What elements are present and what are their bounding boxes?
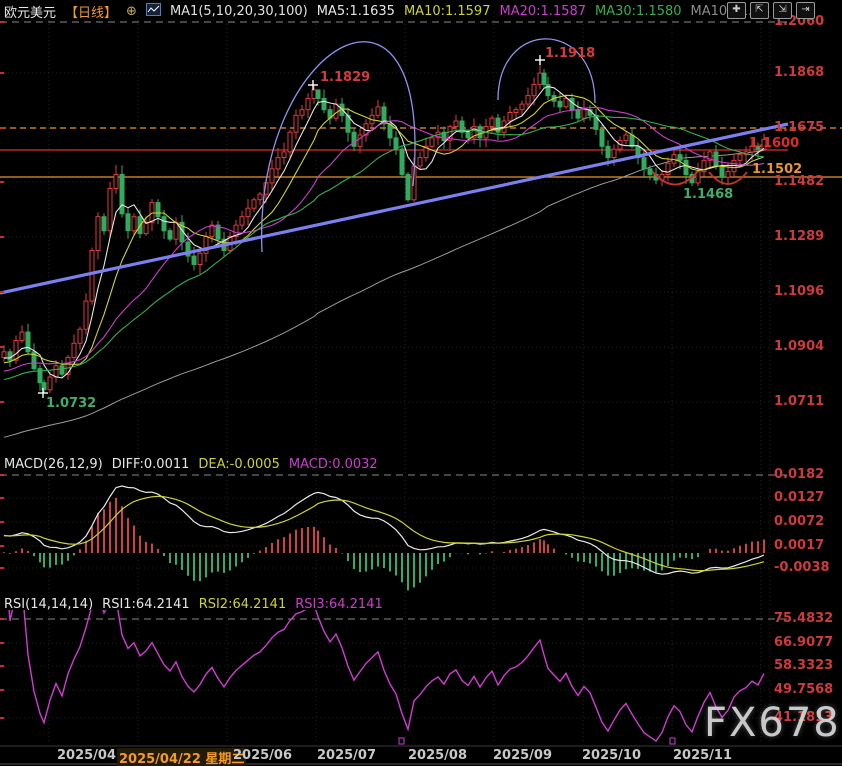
peak-price-annotation: 1.1829 <box>320 70 370 85</box>
period-label[interactable]: 【日线】 <box>65 2 117 21</box>
time-axis-label: 2025/11 <box>673 748 732 763</box>
ma30-readout: MA30:1.1580 <box>595 4 682 19</box>
macd-hist-readout: MACD:0.0032 <box>289 457 378 472</box>
chart-canvas[interactable] <box>0 0 842 766</box>
chart-window: 欧元美元 【日线】 ⊕ MA1(5,10,20,30,100) MA5:1.16… <box>0 0 842 766</box>
price-axis-label: 1.0711 <box>774 394 824 409</box>
axis-scale-icon[interactable]: ⇱ <box>750 2 769 19</box>
macd-axis-label: 0.0182 <box>774 467 824 482</box>
price-axis-label: 1.1675 <box>774 120 824 135</box>
ma-settings-label: MA1(5,10,20,30,100) <box>170 4 308 19</box>
time-axis-label: 2025/10 <box>582 748 641 763</box>
price-line-tag: 1.1600 <box>749 136 799 151</box>
rsi-axis-label: 75.4832 <box>774 611 833 626</box>
price-axis-label: 1.1289 <box>774 229 824 244</box>
time-axis-label: 2025/07 <box>317 748 376 763</box>
macd-axis-label: 0.0127 <box>774 490 824 505</box>
macd-axis-label: 0.0017 <box>774 538 824 553</box>
time-axis-label: 2025/06 <box>233 748 292 763</box>
chart-header: 欧元美元 【日线】 ⊕ MA1(5,10,20,30,100) MA5:1.16… <box>4 2 769 21</box>
axis-shift-icon[interactable]: ⇲ <box>773 2 792 19</box>
rsi3-readout: RSI3:64.2141 <box>295 597 383 612</box>
chart-type-icon[interactable] <box>146 3 161 20</box>
time-axis-label-selected: 2025/04/22 星期二 <box>117 748 246 766</box>
watermark: FX678 <box>704 700 841 746</box>
rsi1-readout: RSI1:64.2141 <box>102 597 190 612</box>
price-axis-label: 1.0904 <box>774 339 824 354</box>
peak-price-annotation: 1.1918 <box>545 46 595 61</box>
price-line-tag: 1.1502 <box>752 162 802 177</box>
ma5-readout: MA5:1.1635 <box>317 4 395 19</box>
time-axis-label: 2025/08 <box>408 748 467 763</box>
low-price-annotation: 1.0732 <box>46 396 96 411</box>
macd-header: MACD(26,12,9) DIFF:0.0011 DEA:-0.0005 MACD… <box>4 457 378 472</box>
ma20-readout: MA20:1.1587 <box>499 4 586 19</box>
chart-toolbar: ✚⇱⇲⇥ <box>727 2 815 19</box>
rsi-axis-label: 66.9077 <box>774 635 833 650</box>
symbol-name: 欧元美元 <box>4 2 56 21</box>
ma10-readout: MA10:1.1597 <box>404 4 491 19</box>
price-axis-label: 1.1096 <box>774 284 824 299</box>
rsi-axis-label: 58.3323 <box>774 658 833 673</box>
low-price-annotation: 1.1468 <box>683 187 733 202</box>
price-axis-label: 1.1868 <box>774 65 824 80</box>
add-indicator-icon[interactable]: ⊕ <box>126 4 137 19</box>
macd-diff-readout: DIFF:0.0011 <box>112 457 190 472</box>
rsi2-readout: RSI2:64.2141 <box>199 597 287 612</box>
collapse-right-icon[interactable]: ⇥ <box>796 2 815 19</box>
rsi-title: RSI(14,14,14) <box>4 597 93 612</box>
macd-dea-readout: DEA:-0.0005 <box>198 457 279 472</box>
time-axis-label: 2025/09 <box>493 748 552 763</box>
macd-axis-label: -0.0038 <box>774 560 830 575</box>
rsi-header: RSI(14,14,14) RSI1:64.2141 RSI2:64.2141 RS… <box>4 597 383 612</box>
rsi-axis-label: 49.7568 <box>774 682 833 697</box>
macd-title: MACD(26,12,9) <box>4 457 103 472</box>
macd-axis-label: 0.0072 <box>774 514 824 529</box>
pan-icon[interactable]: ✚ <box>727 2 746 19</box>
time-axis-label: 2025/04 <box>57 748 116 763</box>
